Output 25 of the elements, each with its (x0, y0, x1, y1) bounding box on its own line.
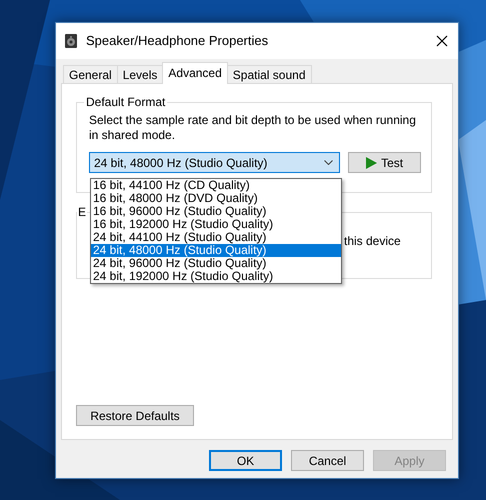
group-label: Default Format (84, 95, 168, 109)
dropdown-option[interactable]: 16 bit, 48000 Hz (DVD Quality) (91, 192, 341, 205)
tab[interactable]: Advanced (162, 62, 228, 84)
dropdown-option[interactable]: 24 bit, 48000 Hz (Studio Quality) (91, 244, 341, 257)
play-icon (366, 156, 378, 168)
option-text: this device (344, 233, 401, 250)
tab[interactable]: Spatial sound (226, 65, 312, 84)
dropdown-option[interactable]: 16 bit, 44100 Hz (CD Quality) (91, 179, 341, 192)
test-button[interactable]: Test (348, 152, 421, 173)
group-label: E (77, 205, 88, 219)
dropdown-option[interactable]: 24 bit, 96000 Hz (Studio Quality) (91, 257, 341, 270)
dialog-button[interactable]: OK (209, 450, 282, 471)
description-text: Select the sample rate and bit depth to be used when running in shared mode. (89, 113, 417, 143)
speaker-icon (64, 34, 78, 48)
dropdown-option[interactable]: 16 bit, 96000 Hz (Studio Quality) (91, 205, 341, 218)
close-icon[interactable] (436, 35, 448, 47)
tab[interactable]: General (63, 65, 118, 84)
dropdown-option[interactable]: 24 bit, 192000 Hz (Studio Quality) (91, 270, 341, 283)
restore-defaults-button[interactable]: Restore Defaults (76, 405, 194, 426)
dropdown-option[interactable]: 16 bit, 192000 Hz (Studio Quality) (91, 218, 341, 231)
format-dropdown[interactable]: 24 bit, 48000 Hz (Studio Quality) (89, 152, 340, 173)
dialog-button[interactable]: Cancel (291, 450, 364, 471)
dropdown-option[interactable]: 24 bit, 44100 Hz (Studio Quality) (91, 231, 341, 244)
window-title: Speaker/Headphone Properties (86, 32, 270, 50)
chevron-icon (324, 160, 334, 165)
